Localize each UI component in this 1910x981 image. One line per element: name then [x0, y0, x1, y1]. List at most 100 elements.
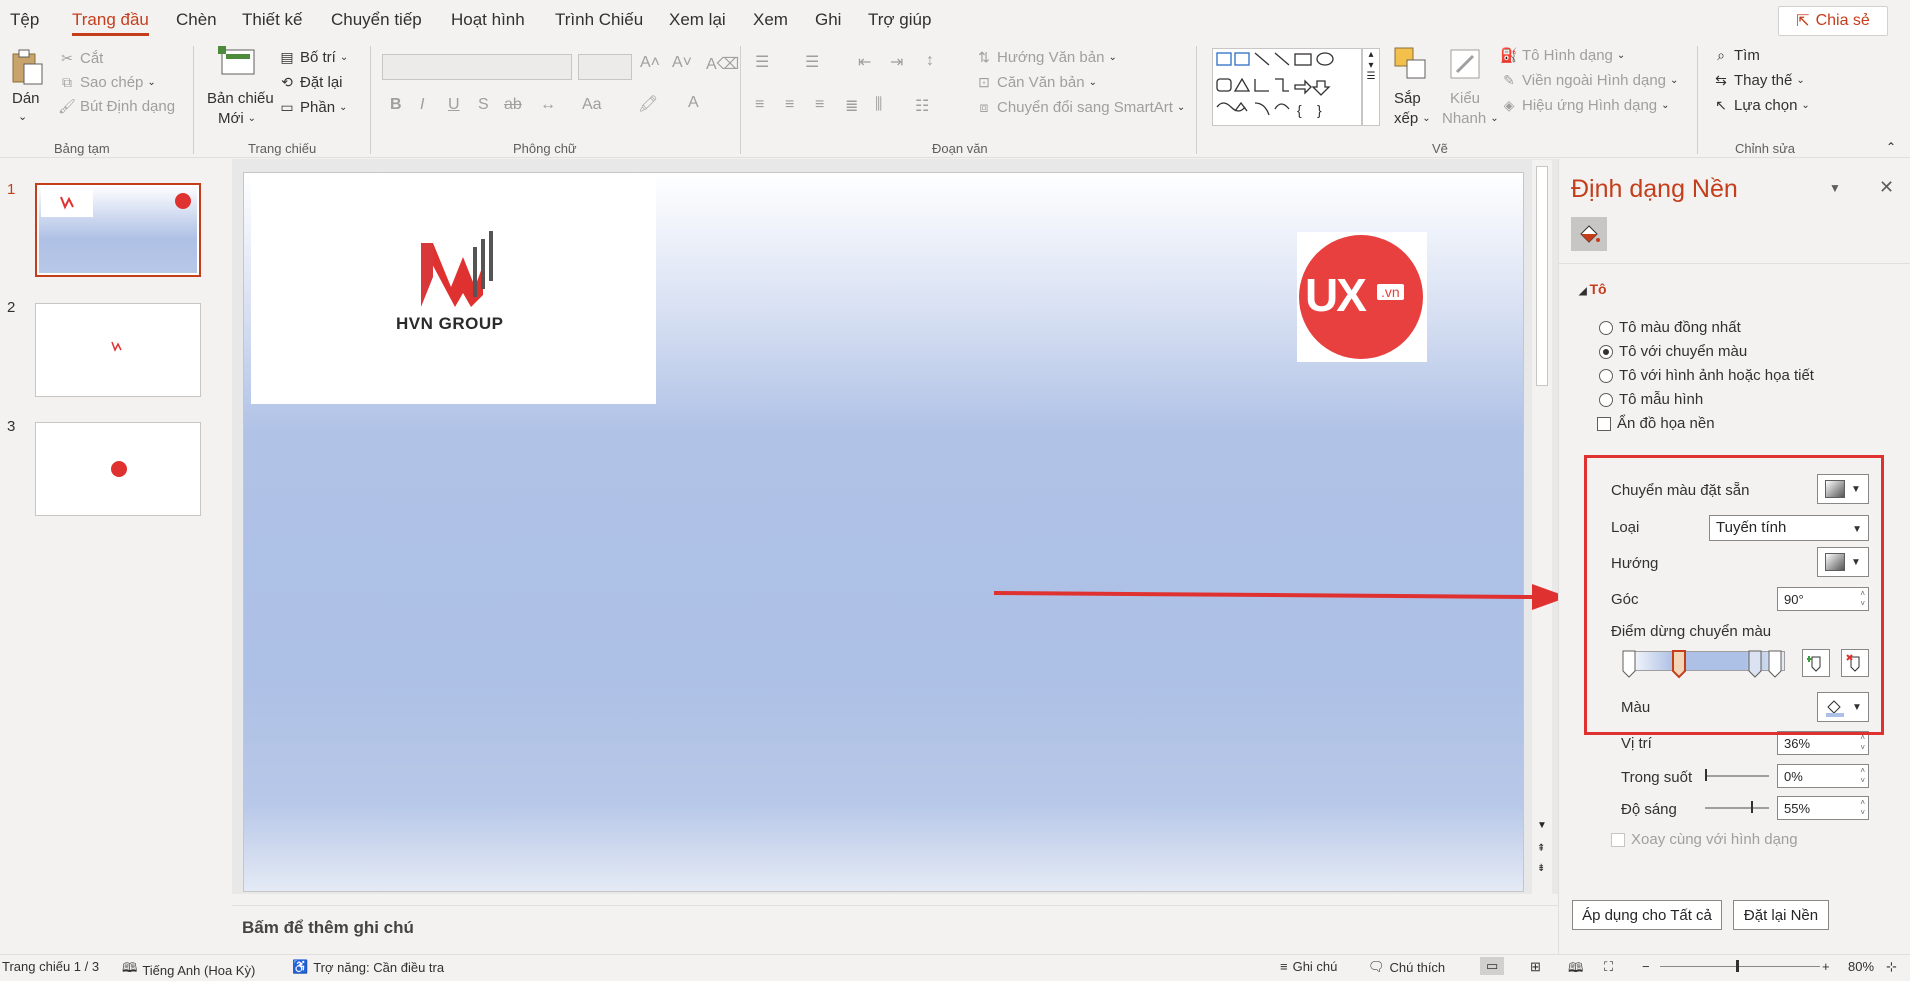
close-icon[interactable]: ✕: [1879, 177, 1894, 198]
bullet-spacing-icon[interactable]: ☷: [915, 96, 929, 116]
shape-outline-button[interactable]: ✎ Viền ngoài Hình dạng ⌄: [1500, 71, 1678, 89]
notes-area[interactable]: Bấm để thêm ghi chú: [232, 905, 1558, 955]
paste-label[interactable]: Dán: [12, 90, 40, 107]
line-spacing-icon[interactable]: ↕: [926, 52, 934, 70]
fill-section-header[interactable]: ◢ Tô: [1579, 281, 1607, 297]
chevron-down-icon[interactable]: ⌄: [18, 110, 27, 123]
fit-to-window-icon[interactable]: ⊹: [1886, 959, 1897, 975]
clear-format-icon[interactable]: A⌫: [706, 54, 739, 74]
brightness-slider-handle[interactable]: [1751, 801, 1753, 813]
share-button[interactable]: ⇱ Chia sẻ: [1778, 6, 1888, 36]
zoom-slider-handle[interactable]: [1736, 960, 1739, 972]
tab-view[interactable]: Xem: [753, 10, 788, 30]
zoom-slider[interactable]: [1660, 966, 1820, 967]
slide-canvas[interactable]: HVN GROUP UX .vn: [243, 172, 1524, 892]
hvn-group-logo[interactable]: HVN GROUP: [251, 175, 656, 404]
zoom-level[interactable]: 80%: [1848, 959, 1874, 974]
tab-help[interactable]: Trợ giúp: [868, 10, 931, 30]
highlight-icon[interactable]: 🖍: [638, 94, 658, 114]
zoom-in-icon[interactable]: +: [1822, 959, 1830, 974]
radio-button[interactable]: [1599, 320, 1613, 335]
shape-effects-button[interactable]: ◈ Hiệu ứng Hình dạng ⌄: [1500, 96, 1670, 114]
copy-button[interactable]: ⧉ Sao chép ⌄: [58, 73, 156, 91]
slide-sorter-icon[interactable]: ⊞: [1530, 959, 1541, 975]
spinner-arrows-icon[interactable]: ˄ ˅: [1860, 733, 1865, 753]
underline-button[interactable]: U: [448, 96, 460, 114]
smartart-button[interactable]: ⧈ Chuyển đổi sang SmartArt ⌄: [975, 98, 1186, 116]
arrange-label[interactable]: Sắp: [1394, 90, 1421, 107]
spinner-arrows-icon[interactable]: ˄ ˅: [1860, 766, 1865, 786]
bold-button[interactable]: B: [390, 96, 402, 114]
tab-insert[interactable]: Chèn: [176, 10, 217, 30]
zoom-out-icon[interactable]: −: [1642, 959, 1650, 974]
decrease-indent-icon[interactable]: ⇤: [858, 52, 871, 72]
rotate-with-shape-checkbox[interactable]: Xoay cùng với hình dạng: [1611, 831, 1798, 848]
radio-pattern-fill[interactable]: Tô mẫu hình: [1599, 391, 1703, 408]
brightness-slider[interactable]: [1705, 807, 1769, 809]
bullets-icon[interactable]: ☰: [755, 52, 769, 72]
find-button[interactable]: ⌕ Tìm: [1712, 46, 1760, 64]
columns-icon[interactable]: ⫼: [875, 96, 882, 114]
radio-solid-fill[interactable]: Tô màu đồng nhất: [1599, 319, 1741, 336]
font-name-field[interactable]: [382, 54, 572, 80]
scroll-down-icon[interactable]: ▼: [1537, 820, 1547, 831]
transparency-slider-handle[interactable]: [1705, 769, 1707, 781]
radio-gradient-fill[interactable]: Tô với chuyển màu: [1599, 343, 1747, 360]
hide-background-checkbox[interactable]: Ẩn đồ họa nền: [1597, 415, 1715, 432]
font-color-icon[interactable]: A: [688, 94, 699, 112]
radio-button[interactable]: [1599, 368, 1613, 383]
tab-transitions[interactable]: Chuyển tiếp: [331, 10, 422, 30]
apply-to-all-button[interactable]: Áp dụng cho Tất cả: [1572, 900, 1722, 930]
grow-font-icon[interactable]: A˄: [640, 54, 660, 72]
increase-indent-icon[interactable]: ⇥: [890, 52, 903, 72]
vertical-scrollbar[interactable]: ▼ ⇞ ⇟: [1532, 160, 1552, 894]
numbering-icon[interactable]: ☰: [805, 52, 819, 72]
spinner-arrows-icon[interactable]: ˄ ˅: [1860, 798, 1865, 818]
notes-placeholder[interactable]: Bấm để thêm ghi chú: [242, 918, 414, 938]
radio-button[interactable]: [1599, 344, 1613, 359]
layout-button[interactable]: ▤ Bố trí ⌄: [278, 48, 348, 66]
radio-button[interactable]: [1599, 392, 1613, 407]
strikethrough-button[interactable]: ab: [504, 96, 522, 114]
section-button[interactable]: ▭ Phần ⌄: [278, 98, 347, 116]
tab-file[interactable]: Tệp: [10, 10, 39, 30]
gallery-more-button[interactable]: ▴ ▾ ☰: [1362, 48, 1380, 126]
collapse-ribbon-icon[interactable]: ⌃: [1886, 140, 1896, 154]
arrange-button[interactable]: [1393, 46, 1429, 82]
align-left-icon[interactable]: ≡: [755, 96, 764, 114]
new-slide-button[interactable]: [218, 46, 258, 78]
select-button[interactable]: ↖ Lựa chọn ⌄: [1712, 96, 1810, 114]
align-center-icon[interactable]: ≡: [785, 96, 794, 114]
tab-animations[interactable]: Hoạt hình: [451, 10, 525, 30]
text-direction-button[interactable]: ⇅ Hướng Văn bản ⌄: [975, 48, 1117, 66]
reset-background-button[interactable]: Đặt lại Nền: [1733, 900, 1829, 930]
cut-button[interactable]: ✂ Cắt: [58, 49, 103, 67]
replace-button[interactable]: ⇆ Thay thế ⌄: [1712, 71, 1805, 89]
brightness-input[interactable]: 55% ˄ ˅: [1777, 796, 1869, 820]
new-slide-label-2[interactable]: Mới ⌄: [218, 110, 256, 127]
justify-icon[interactable]: ≣: [845, 96, 858, 116]
tab-record[interactable]: Ghi: [815, 10, 841, 30]
reset-button[interactable]: ⟲ Đặt lại: [278, 73, 342, 91]
ux-vn-logo[interactable]: UX .vn: [1297, 232, 1427, 362]
next-slide-icon[interactable]: ⇟: [1537, 863, 1545, 874]
slide-thumbnail-2[interactable]: [35, 303, 201, 397]
paste-button[interactable]: [10, 48, 44, 88]
shrink-font-icon[interactable]: A˅: [672, 54, 692, 72]
transparency-input[interactable]: 0% ˄ ˅: [1777, 764, 1869, 788]
radio-picture-fill[interactable]: Tô với hình ảnh hoặc họa tiết: [1599, 367, 1814, 384]
tab-home[interactable]: Trang đầu: [72, 10, 149, 36]
slide-thumbnail-3[interactable]: [35, 422, 201, 516]
accessibility-status[interactable]: ♿ Trợ năng: Cần điều tra: [292, 959, 444, 975]
slideshow-view-icon[interactable]: ⛶: [1604, 959, 1613, 975]
quick-styles-label-2[interactable]: Nhanh ⌄: [1442, 110, 1499, 127]
tab-slideshow[interactable]: Trình Chiếu: [555, 10, 643, 30]
quick-styles-label[interactable]: Kiểu: [1450, 90, 1480, 107]
new-slide-label[interactable]: Bản chiếu: [207, 90, 274, 107]
checkbox[interactable]: [1611, 832, 1625, 847]
tab-design[interactable]: Thiết kế: [242, 10, 302, 30]
shadow-button[interactable]: S: [478, 96, 489, 114]
fill-tab[interactable]: [1571, 217, 1607, 251]
italic-button[interactable]: I: [420, 96, 424, 114]
format-painter-button[interactable]: 🖌 Bút Định dạng: [58, 97, 175, 115]
